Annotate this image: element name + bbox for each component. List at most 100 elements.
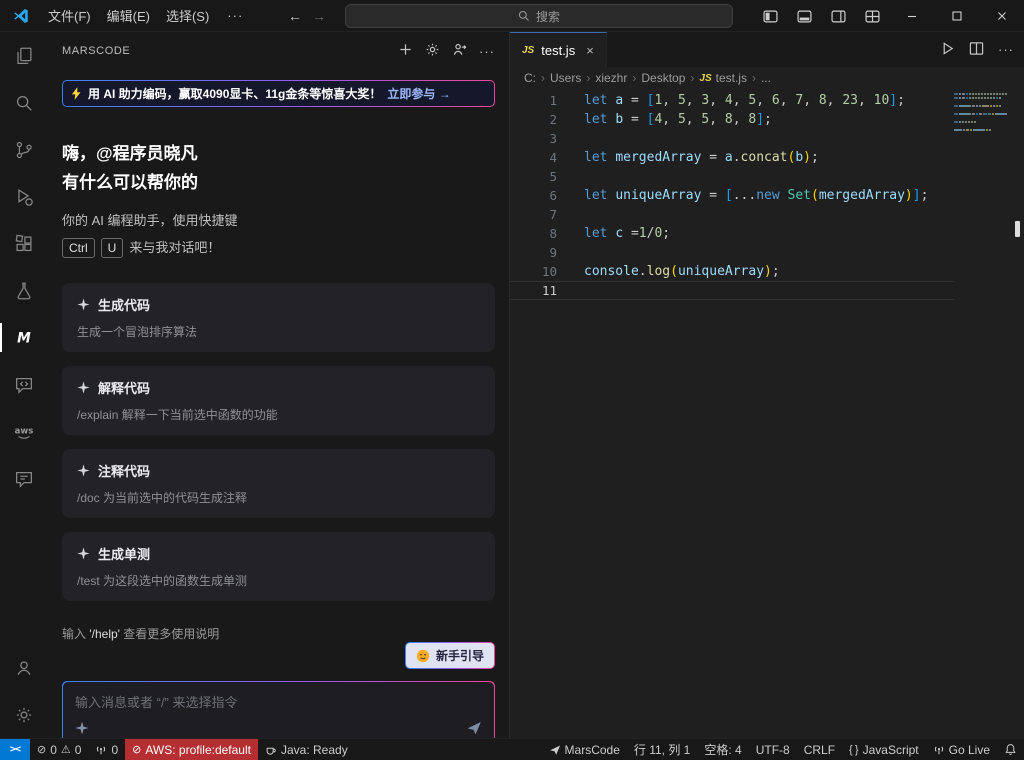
card-title: 生成代码 bbox=[98, 298, 151, 313]
toggle-panel-icon[interactable] bbox=[787, 0, 821, 32]
minimap[interactable] bbox=[954, 93, 1008, 137]
greeting: 嗨，@程序员晓凡 有什么可以帮你的 bbox=[62, 139, 495, 197]
sidebar-header: MARSCODE ··· bbox=[48, 32, 509, 70]
marscode-panel: MARSCODE ··· 用 AI 助力编码，赢取4090显卡、11g金条等惊喜… bbox=[48, 32, 510, 738]
svg-text:M: M bbox=[17, 330, 31, 346]
forward-button[interactable]: → bbox=[312, 8, 326, 24]
code-line-6[interactable]: 6 let uniqueArray = [...new Set(mergedArr… bbox=[510, 186, 954, 205]
chat-input-placeholder: 输入消息或者 “/” 来选择指令 bbox=[75, 695, 238, 710]
breadcrumb-item[interactable]: Users bbox=[550, 71, 581, 85]
extensions-icon[interactable] bbox=[0, 220, 48, 267]
code-line-5[interactable]: 5 bbox=[510, 167, 954, 186]
aws-status-badge[interactable]: ⊘ AWS: profile:default bbox=[125, 739, 258, 760]
breadcrumb-item[interactable]: Desktop bbox=[641, 71, 685, 85]
guide-button[interactable]: 新手引导 bbox=[404, 642, 495, 669]
eol-indicator[interactable]: CRLF bbox=[797, 739, 842, 760]
code-line-7[interactable]: 7 bbox=[510, 205, 954, 224]
split-editor-icon[interactable] bbox=[969, 41, 984, 59]
breadcrumb-item[interactable]: ... bbox=[761, 71, 771, 85]
notifications-bell[interactable] bbox=[997, 739, 1024, 760]
sidebar-more-icon[interactable]: ··· bbox=[479, 44, 495, 59]
menu-item-2[interactable]: 选择(S) bbox=[158, 3, 217, 28]
code-line-9[interactable]: 9 bbox=[510, 243, 954, 262]
card-desc: /explain 解释一下当前选中函数的功能 bbox=[77, 408, 278, 422]
prompt-card-0[interactable]: 生成代码 生成一个冒泡排序算法 bbox=[62, 283, 495, 352]
code-line-1[interactable]: 1 let a = [1, 5, 3, 4, 5, 6, 7, 8, 23, 10… bbox=[510, 91, 954, 110]
code-chat-icon[interactable] bbox=[0, 361, 48, 408]
tab-label: test.js bbox=[541, 42, 576, 58]
prompt-card-2[interactable]: 注释代码/doc 为当前选中的代码生成注释 bbox=[62, 449, 495, 518]
minimize-button[interactable] bbox=[889, 0, 934, 32]
intro-text: 你的 AI 编程助手，使用快捷键 Ctrl U 来与我对话吧！ bbox=[62, 207, 495, 261]
menubar-items: 文件(F) 编辑(E) 选择(S) bbox=[40, 3, 217, 28]
breadcrumb-item[interactable]: xiezhr bbox=[595, 71, 627, 85]
java-status[interactable]: Java: Ready bbox=[258, 739, 355, 760]
tab-close-icon[interactable]: × bbox=[586, 43, 594, 58]
send-icon[interactable] bbox=[466, 720, 482, 736]
feedback-icon[interactable] bbox=[0, 455, 48, 502]
search-sidebar-icon[interactable] bbox=[0, 79, 48, 126]
card-title: 注释代码 bbox=[98, 464, 151, 479]
java-cup-icon bbox=[266, 747, 276, 755]
aws-icon[interactable]: aws bbox=[0, 408, 48, 455]
close-button[interactable] bbox=[979, 0, 1024, 32]
editor-more-icon[interactable]: ··· bbox=[998, 42, 1014, 57]
share-user-icon[interactable] bbox=[452, 42, 467, 60]
status-bar: >< ⊘ 0 ⚠ 0 0 ⊘ AWS: profile:default Java: R… bbox=[0, 738, 1024, 760]
problems-indicator[interactable]: ⊘ 0 ⚠ 0 bbox=[30, 739, 88, 760]
prompt-card-1[interactable]: 解释代码/explain 解释一下当前选中函数的功能 bbox=[62, 366, 495, 435]
code-line-8[interactable]: 8 let c =1/0; bbox=[510, 224, 954, 243]
remote-indicator[interactable]: >< bbox=[0, 739, 30, 760]
code-line-4[interactable]: 4 let mergedArray = a.concat(b); bbox=[510, 148, 954, 167]
promo-banner[interactable]: 用 AI 助力编码，赢取4090显卡、11g金条等惊喜大奖！ 立即参与 → bbox=[62, 80, 495, 107]
menubar-more-button[interactable]: ··· bbox=[219, 5, 251, 26]
settings-gear-icon[interactable] bbox=[0, 691, 48, 738]
indentation[interactable]: 空格: 4 bbox=[697, 739, 748, 760]
tab-testjs[interactable]: JS test.js × bbox=[510, 32, 607, 67]
breadcrumb-item[interactable]: C: bbox=[524, 71, 536, 85]
go-live-button[interactable]: Go Live bbox=[926, 739, 997, 760]
chat-input-box[interactable]: 输入消息或者 “/” 来选择指令 bbox=[62, 681, 495, 738]
greeting-line2: 有什么可以帮你的 bbox=[62, 173, 198, 192]
breadcrumb-item[interactable]: JS test.js bbox=[699, 71, 747, 85]
code-line-11[interactable]: 11 bbox=[510, 281, 954, 300]
banner-cta[interactable]: 立即参与 → bbox=[387, 85, 450, 102]
prompt-card-3[interactable]: 生成单测/test 为这段选中的函数生成单测 bbox=[62, 532, 495, 601]
source-control-icon[interactable] bbox=[0, 126, 48, 173]
intro-line1: 你的 AI 编程助手，使用快捷键 bbox=[62, 213, 238, 228]
explorer-icon[interactable] bbox=[0, 32, 48, 79]
emoji-face-icon bbox=[416, 649, 430, 662]
cursor-position[interactable]: 行 11, 列 1 bbox=[627, 739, 697, 760]
marscode-icon[interactable]: M bbox=[0, 314, 48, 361]
toggle-secondary-sidebar-icon[interactable] bbox=[821, 0, 855, 32]
svg-text:aws: aws bbox=[15, 426, 34, 436]
code-line-2[interactable]: 2 let b = [4, 5, 5, 8, 8]; bbox=[510, 110, 954, 129]
breadcrumb-separator: › bbox=[541, 71, 545, 85]
history-nav: ← → bbox=[288, 0, 326, 32]
back-button[interactable]: ← bbox=[288, 8, 302, 24]
code-editor[interactable]: 1 let a = [1, 5, 3, 4, 5, 6, 7, 8, 23, 10… bbox=[510, 89, 1024, 738]
run-file-icon[interactable] bbox=[940, 41, 955, 59]
sidebar-settings-icon[interactable] bbox=[425, 42, 440, 60]
marscode-status[interactable]: MarsCode bbox=[542, 739, 627, 760]
prompt-sparkle-icon[interactable] bbox=[75, 721, 89, 735]
code-line-3[interactable]: 3 bbox=[510, 129, 954, 148]
code-line-10[interactable]: 10 console.log(uniqueArray); bbox=[510, 262, 954, 281]
run-debug-icon[interactable] bbox=[0, 173, 48, 220]
js-file-icon: JS bbox=[699, 72, 712, 84]
accounts-icon[interactable] bbox=[0, 644, 48, 691]
menu-item-0[interactable]: 文件(F) bbox=[40, 3, 99, 28]
title-bar: 文件(F) 编辑(E) 选择(S) ··· ← → 搜索 bbox=[0, 0, 1024, 32]
customize-layout-icon[interactable] bbox=[855, 0, 889, 32]
new-chat-icon[interactable] bbox=[398, 42, 413, 60]
ports-indicator[interactable]: 0 bbox=[88, 739, 125, 760]
language-mode[interactable]: { } JavaScript bbox=[842, 739, 926, 760]
menu-item-1[interactable]: 编辑(E) bbox=[99, 3, 158, 28]
plane-icon bbox=[549, 745, 560, 755]
maximize-button[interactable] bbox=[934, 0, 979, 32]
encoding[interactable]: UTF-8 bbox=[749, 739, 797, 760]
command-center-search[interactable]: 搜索 bbox=[345, 4, 733, 28]
testing-icon[interactable] bbox=[0, 267, 48, 314]
toggle-sidebar-icon[interactable] bbox=[753, 0, 787, 32]
sparkle-icon bbox=[77, 547, 90, 560]
